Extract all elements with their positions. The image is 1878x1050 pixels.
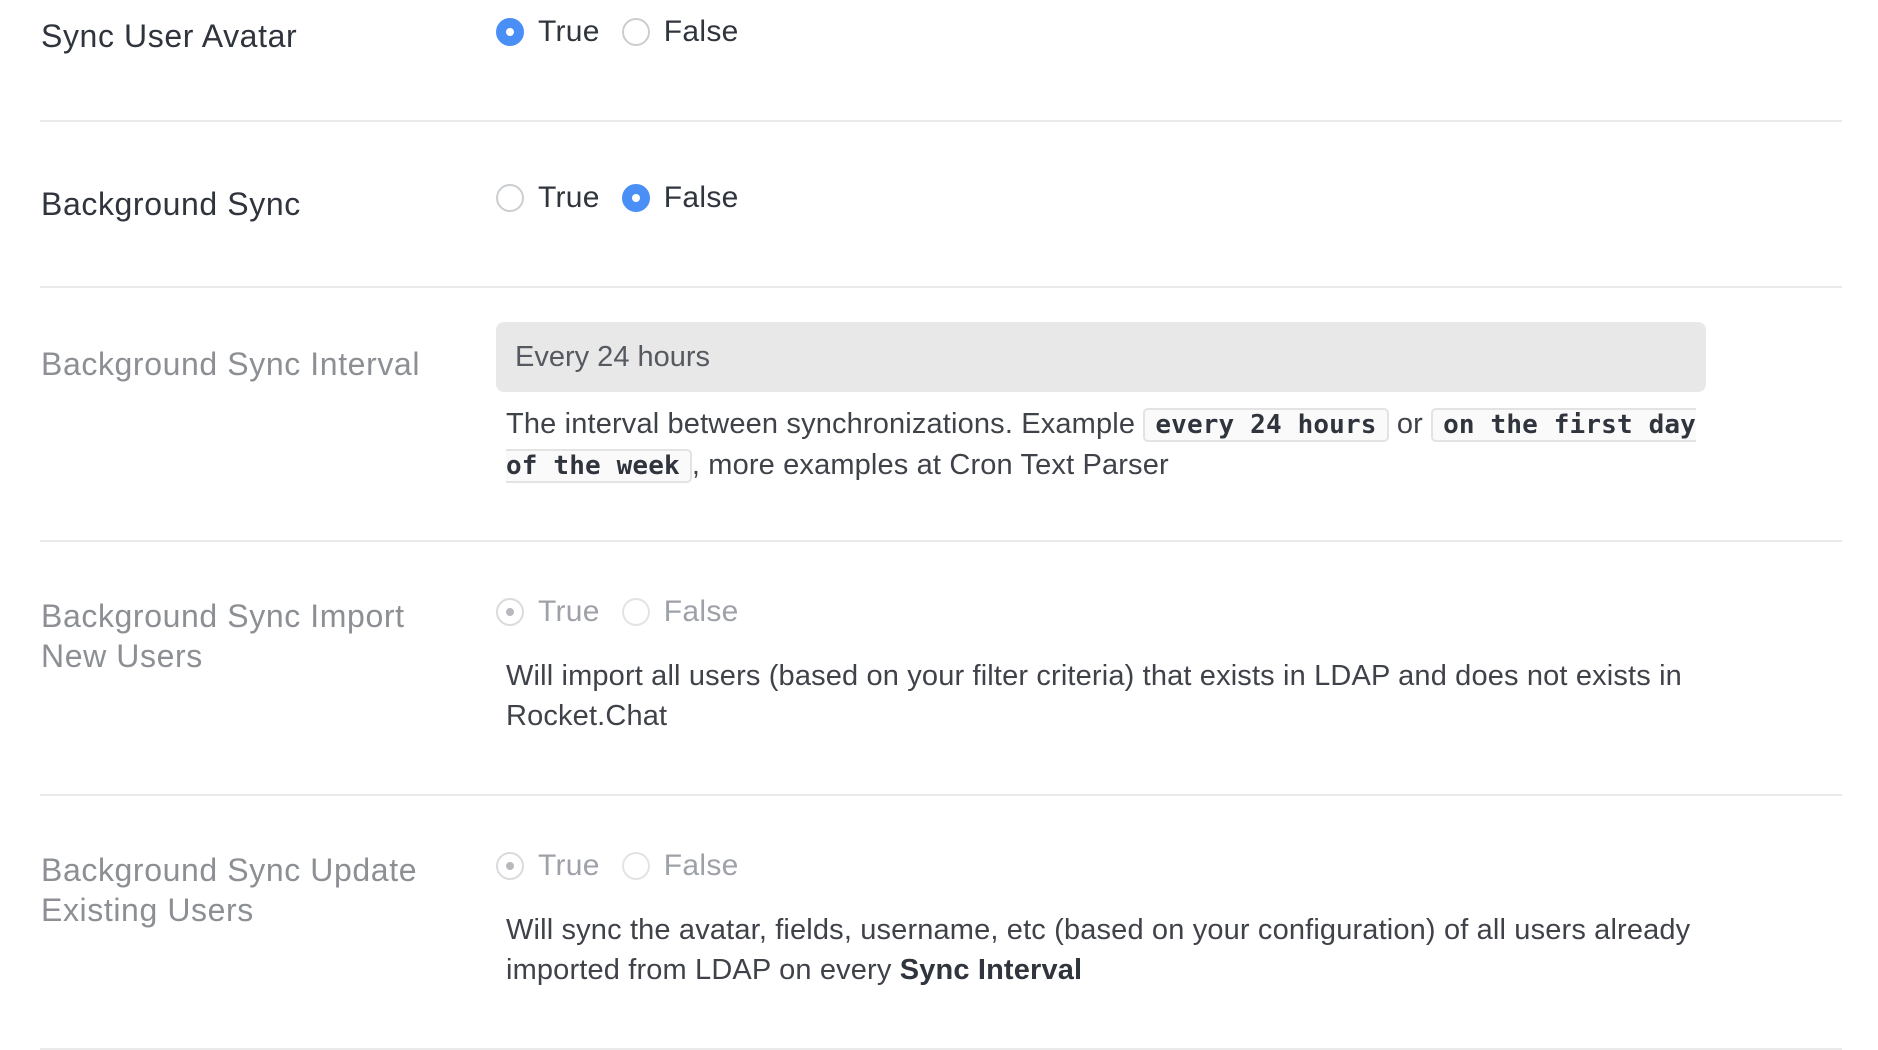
radio-false[interactable] [621,852,650,880]
radio-false-option[interactable]: False [621,181,739,215]
setting-background-sync-update-existing-users: Background Sync Update Existing Users Tr… [40,796,1842,1050]
radio-true-label: True [538,15,600,48]
setting-label: Background Sync Update Existing Users [41,852,418,928]
radio-false-label: False [663,849,739,882]
radio-group: True False [496,846,1714,886]
setting-background-sync-interval: Background Sync Interval Every 24 hours … [40,288,1842,542]
setting-label: Background Sync Interval [41,346,421,382]
radio-false[interactable] [621,18,650,46]
radio-false[interactable] [621,598,650,626]
radio-true-option[interactable]: True [496,181,600,215]
radio-true-selected[interactable] [496,852,524,880]
setting-sync-user-avatar: Sync User Avatar True False [40,12,1842,122]
radio-false-option[interactable]: False [621,15,739,49]
description-text: , more examples at Cron Text Parser [691,449,1169,481]
radio-true-selected[interactable] [496,18,524,46]
radio-false-label: False [663,15,739,48]
radio-false-option[interactable]: False [621,849,739,883]
setting-label: Sync User Avatar [41,18,298,54]
radio-false-selected[interactable] [621,184,650,212]
setting-background-sync-import-new-users: Background Sync Import New Users True Fa… [40,542,1842,796]
setting-description: The interval between synchronizations. E… [506,404,1706,486]
setting-background-sync: Background Sync True False [40,122,1842,288]
setting-description: Will import all users (based on your fil… [506,660,1682,732]
radio-group: True False [496,12,1714,52]
radio-true-label: True [538,181,600,214]
radio-group: True False [496,178,1714,218]
radio-true-label: True [538,595,600,628]
radio-true-option[interactable]: True [496,15,600,49]
radio-false-label: False [663,181,739,214]
radio-group: True False [496,592,1714,632]
radio-true-option[interactable]: True [496,595,600,629]
example-code: every 24 hours [1143,408,1389,442]
description-text: Will sync the avatar, fields, username, … [506,914,1691,986]
setting-label: Background Sync [41,186,301,222]
description-text: The interval between synchronizations. E… [506,408,1136,440]
description-bold: Sync Interval [899,954,1083,986]
radio-true-selected[interactable] [496,598,524,626]
setting-label: Background Sync Import New Users [41,598,405,674]
radio-true-label: True [538,849,600,882]
settings-panel: Sync User Avatar True False Background S… [0,0,1878,1050]
description-text: or [1396,408,1423,440]
sync-interval-input[interactable]: Every 24 hours [496,322,1706,392]
radio-true[interactable] [496,184,524,212]
radio-false-option[interactable]: False [621,595,739,629]
radio-true-option[interactable]: True [496,849,600,883]
radio-false-label: False [663,595,739,628]
setting-description: Will sync the avatar, fields, username, … [506,910,1706,990]
